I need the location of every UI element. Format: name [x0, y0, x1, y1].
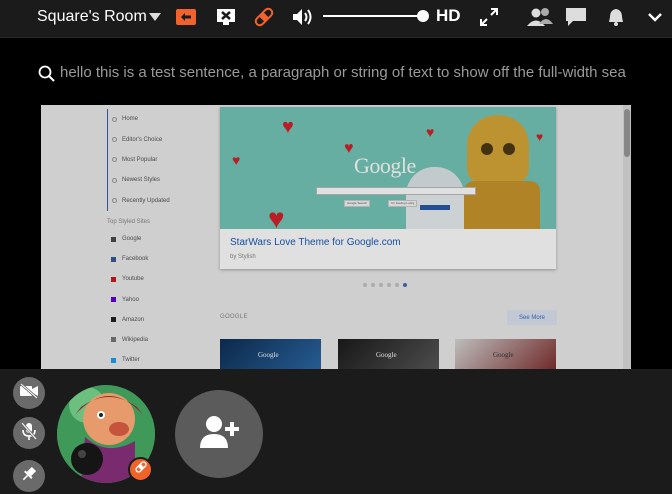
- nav-item-recently-updated: Recently Updated: [112, 191, 213, 211]
- fullscreen-icon[interactable]: [477, 6, 501, 28]
- theme-thumbnail: Google: [338, 339, 439, 369]
- featured-theme-card: ♥ ♥ ♥ ♥ ♥ ♥ Google Google Search I'm Fee…: [220, 107, 556, 269]
- section-label: GOOGLE: [220, 314, 248, 320]
- bandaid-icon: [134, 460, 148, 479]
- heart-decoration-icon: ♥: [268, 203, 285, 230]
- bandaid-icon[interactable]: [252, 6, 276, 28]
- search-input[interactable]: [60, 60, 672, 84]
- site-item-amazon: Amazon: [107, 310, 213, 330]
- bottom-bar: [0, 369, 672, 494]
- nav-item-editors-choice: Editor's Choice: [112, 129, 213, 149]
- carousel-dots: [363, 283, 407, 287]
- camera-off-button[interactable]: [13, 377, 45, 409]
- droid-head-illustration: [467, 115, 529, 183]
- pin-icon: [21, 466, 37, 487]
- nav-item-home: Home: [112, 109, 213, 129]
- room-title[interactable]: Square's Room: [37, 8, 147, 26]
- volume-slider-knob[interactable]: [417, 10, 429, 22]
- theme-thumbnail: Google: [220, 339, 321, 369]
- mic-off-button[interactable]: [13, 417, 45, 449]
- room-dropdown-caret-icon[interactable]: [149, 13, 161, 21]
- shared-site-sidebar: Home Editor's Choice Most Popular Newest…: [107, 109, 213, 369]
- shared-site-nav: Home Editor's Choice Most Popular Newest…: [107, 109, 213, 211]
- see-more-button: See More: [507, 310, 557, 325]
- shared-screen: Home Editor's Choice Most Popular Newest…: [41, 105, 631, 369]
- site-item-wikipedia: Wikipedia: [107, 330, 213, 350]
- add-person-icon: [199, 414, 239, 455]
- featured-theme-title: StarWars Love Theme for Google.com: [230, 237, 401, 248]
- participants-icon[interactable]: [525, 6, 555, 28]
- site-item-twitter: Twitter: [107, 350, 213, 369]
- featured-theme-image: ♥ ♥ ♥ ♥ ♥ ♥ Google Google Search I'm Fee…: [220, 107, 556, 229]
- shared-screen-scrollbar: [623, 105, 631, 369]
- google-searchbox-preview: [316, 187, 476, 195]
- google-logo-text: Google: [354, 153, 416, 178]
- nav-item-newest-styles: Newest Styles: [112, 170, 213, 190]
- carousel-dot: [387, 283, 391, 287]
- nav-item-most-popular: Most Popular: [112, 150, 213, 170]
- featured-theme-author: by Stylish: [230, 254, 256, 260]
- theme-thumbnail: Google: [455, 339, 556, 369]
- search-bar: [0, 37, 672, 105]
- carousel-dot: [379, 283, 383, 287]
- chat-icon[interactable]: [564, 6, 588, 28]
- top-bar: Square's Room HD: [0, 0, 672, 37]
- notification-bell-icon[interactable]: [604, 6, 628, 28]
- mic-off-icon: [20, 421, 38, 446]
- orange-share-icon[interactable]: [174, 6, 198, 28]
- chevron-down-icon[interactable]: [643, 6, 667, 28]
- carousel-dot: [395, 283, 399, 287]
- volume-slider-track[interactable]: [323, 15, 423, 17]
- thumbnail-logo-text: Google: [376, 351, 397, 359]
- search-icon: [38, 65, 56, 88]
- hd-quality-toggle[interactable]: HD: [436, 6, 461, 26]
- heart-decoration-icon: ♥: [426, 124, 435, 140]
- speaker-icon[interactable]: [291, 6, 315, 28]
- carousel-dot-active: [403, 283, 407, 287]
- carousel-dot: [363, 283, 367, 287]
- feeling-lucky-btn-preview: I'm Feeling Lucky: [388, 200, 418, 207]
- site-item-facebook: Facebook: [107, 249, 213, 269]
- invite-user-button[interactable]: [175, 390, 263, 478]
- heart-decoration-icon: ♥: [536, 130, 544, 144]
- site-item-yahoo: Yahoo: [107, 290, 213, 310]
- site-item-google: Google: [107, 229, 213, 249]
- google-search-btn-preview: Google Search: [344, 200, 371, 207]
- pin-button[interactable]: [13, 460, 45, 492]
- heart-decoration-icon: ♥: [344, 140, 354, 157]
- screen-off-icon[interactable]: [214, 6, 238, 28]
- user-status-badge: [128, 457, 153, 482]
- heart-decoration-icon: ♥: [232, 152, 241, 168]
- astromech-stripe: [420, 205, 450, 210]
- heart-decoration-icon: ♥: [282, 116, 294, 138]
- camera-off-icon: [19, 382, 39, 404]
- thumbnail-logo-text: Google: [493, 351, 514, 359]
- thumbnail-logo-text: Google: [258, 351, 279, 359]
- site-item-youtube: Youtube: [107, 269, 213, 289]
- carousel-dot: [371, 283, 375, 287]
- top-styled-sites-heading: Top Styled Sites: [107, 218, 151, 225]
